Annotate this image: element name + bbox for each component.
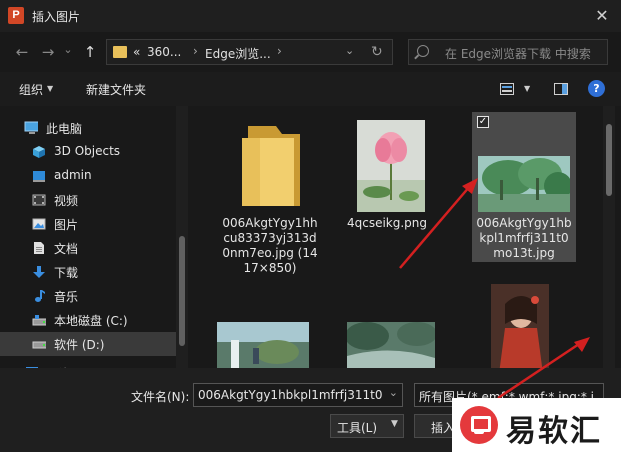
refresh-icon[interactable]: ↻ <box>371 44 383 60</box>
sidebar-scrollbar[interactable] <box>176 106 188 368</box>
watermark: 易软汇 <box>452 398 621 452</box>
file-name: 006AkgtYgy1hb kpl1mfrfj311t0 mo13t.jpg <box>476 216 572 260</box>
up-button[interactable]: ↑ <box>80 42 100 62</box>
search-box[interactable]: 在 Edge浏览器下载 中搜索 <box>408 39 608 65</box>
drive-d-icon <box>32 341 46 349</box>
filename-input[interactable]: 006AkgtYgy1hbkpl1mfrfj311t0m ⌄ <box>193 383 403 407</box>
lotus-image <box>357 120 425 212</box>
document-icon <box>34 242 44 254</box>
new-folder-button[interactable]: 新建文件夹 <box>86 81 146 98</box>
file-tile-006-hbkpl[interactable]: ✓ 006AkgtYgy1hb kpl1mfrfj311t0 mo13t.jpg <box>472 112 576 262</box>
tools-button[interactable]: 工具(L) ▼ <box>330 414 404 438</box>
file-tile-waterfall[interactable] <box>215 310 315 368</box>
file-grid: 006AkgtYgy1hh cu83373yj313d 0nm7eo.jpg (… <box>193 106 621 368</box>
powerpoint-icon: P <box>8 7 24 24</box>
forward-button[interactable]: → <box>38 42 58 62</box>
address-overflow[interactable]: « <box>133 45 140 59</box>
computer-icon <box>24 121 38 134</box>
selection-checkbox[interactable]: ✓ <box>477 116 489 128</box>
drive-c-icon <box>32 315 46 326</box>
address-dropdown[interactable]: ⌄ <box>345 44 354 57</box>
view-caret-icon[interactable]: ▼ <box>524 84 530 93</box>
filename-label: 文件名(N): <box>131 390 190 404</box>
sidebar-item-network[interactable]: 网络 <box>0 361 178 368</box>
help-icon[interactable]: ? <box>588 80 605 97</box>
watermark-text: 易软汇 <box>506 414 602 449</box>
chevron-right-icon[interactable]: › <box>193 44 198 58</box>
window-title: 插入图片 <box>32 10 81 24</box>
preview-pane-icon[interactable] <box>554 83 568 95</box>
file-tile-006-hhcu[interactable]: 006AkgtYgy1hh cu83373yj313d 0nm7eo.jpg (… <box>215 112 325 282</box>
folder-icon <box>113 46 127 58</box>
sidebar-item-label: 图片 <box>54 218 79 232</box>
video-icon <box>32 194 46 206</box>
address-segment-edge[interactable]: Edge浏览... <box>205 45 271 62</box>
sidebar-item-label: 软件 (D:) <box>54 338 105 352</box>
tools-label: 工具(L) <box>337 421 378 435</box>
filename-dropdown-icon[interactable]: ⌄ <box>389 386 398 399</box>
sidebar-item-videos[interactable]: 视频 <box>0 188 178 212</box>
sidebar-item-label: 视频 <box>54 194 79 208</box>
music-icon <box>35 290 45 302</box>
content-scrollbar-thumb[interactable] <box>606 124 612 196</box>
watermark-logo-icon <box>460 406 498 444</box>
desktop-icon <box>33 171 45 182</box>
sidebar-item-3d-objects[interactable]: 3D Objects <box>0 140 178 164</box>
file-name: 4qcseikg.png <box>346 216 428 230</box>
content-scrollbar[interactable] <box>603 106 615 368</box>
navigation-pane: 此电脑 3D Objects admin 视频 图片 文档 下载 音乐 本地磁盘… <box>0 106 193 368</box>
sidebar-scrollbar-thumb[interactable] <box>179 236 185 346</box>
address-bar[interactable]: « 360... › Edge浏览... › ⌄ ↻ <box>106 39 393 65</box>
download-icon <box>33 266 45 278</box>
search-placeholder: 在 Edge浏览器下载 中搜索 <box>445 47 591 61</box>
sidebar-item-admin[interactable]: admin <box>0 164 178 188</box>
sidebar-item-label: 文档 <box>54 242 79 256</box>
command-toolbar: 组织 ▼ 新建文件夹 ▼ ? <box>0 72 621 106</box>
sidebar-item-label: 3D Objects <box>54 144 121 158</box>
waterfall-image <box>217 322 309 368</box>
chevron-right-icon[interactable]: › <box>277 44 282 58</box>
file-name: 006AkgtYgy1hh cu83373yj313d 0nm7eo.jpg (… <box>222 216 318 275</box>
sidebar-item-drive-c[interactable]: 本地磁盘 (C:) <box>0 308 178 332</box>
close-button[interactable]: ✕ <box>591 5 613 27</box>
pictures-icon <box>32 218 46 230</box>
sidebar-item-label: admin <box>54 168 92 182</box>
view-icon[interactable] <box>500 83 514 95</box>
sidebar-item-pictures[interactable]: 图片 <box>0 212 178 236</box>
file-tile-portrait[interactable] <box>483 284 553 368</box>
stream-image <box>347 322 435 368</box>
sidebar-item-label: 此电脑 <box>46 122 83 136</box>
tools-caret-icon: ▼ <box>391 419 398 429</box>
sidebar-item-downloads[interactable]: 下载 <box>0 260 178 284</box>
folder-icon <box>242 126 300 206</box>
organize-caret-icon[interactable]: ▼ <box>47 84 53 93</box>
portrait-image <box>491 284 549 368</box>
navigation-bar: ← → ⌄ ↑ « 360... › Edge浏览... › ⌄ ↻ 在 Edg… <box>0 32 621 72</box>
sidebar-item-music[interactable]: 音乐 <box>0 284 178 308</box>
filename-value: 006AkgtYgy1hbkpl1mfrfj311t0m <box>198 388 382 402</box>
sidebar-item-drive-d[interactable]: 软件 (D:) <box>0 332 178 356</box>
sidebar-item-label: 本地磁盘 (C:) <box>54 314 128 328</box>
title-bar: P 插入图片 ✕ <box>0 0 621 32</box>
sidebar-item-documents[interactable]: 文档 <box>0 236 178 260</box>
sidebar-item-this-pc[interactable]: 此电脑 <box>0 116 178 140</box>
sidebar-item-label: 下载 <box>54 266 79 280</box>
file-tile-stream[interactable] <box>343 310 443 368</box>
search-icon <box>417 45 429 57</box>
back-button[interactable]: ← <box>12 42 32 62</box>
forest-image <box>478 156 570 212</box>
cube-icon <box>33 146 45 158</box>
address-segment-360[interactable]: 360... <box>147 45 181 59</box>
file-tile-4qcseikg[interactable]: 4qcseikg.png <box>343 112 453 242</box>
recent-locations-dropdown[interactable]: ⌄ <box>58 40 78 60</box>
sidebar-item-label: 音乐 <box>54 290 79 304</box>
organize-button[interactable]: 组织 <box>19 81 43 98</box>
